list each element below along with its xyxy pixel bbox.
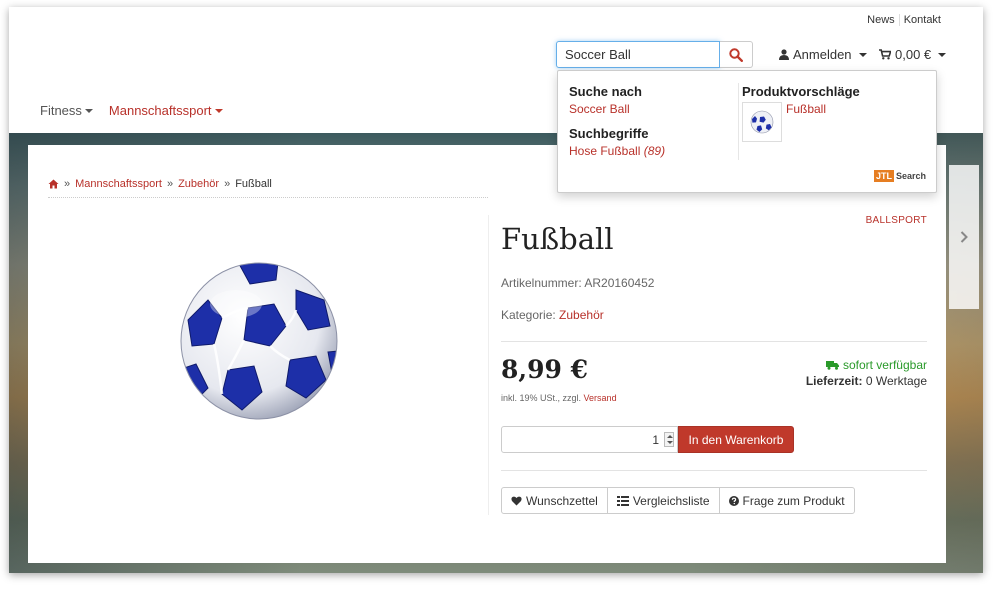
- chevron-down-icon: [84, 108, 93, 113]
- add-to-cart-button[interactable]: In den Warenkorb: [678, 426, 794, 453]
- chevron-down-icon: [938, 52, 947, 57]
- suggestion-label[interactable]: Fußball: [786, 102, 826, 142]
- news-link[interactable]: News: [863, 14, 899, 26]
- breadcrumb-item[interactable]: Zubehör: [178, 178, 219, 190]
- compare-label: Vergleichsliste: [632, 493, 710, 508]
- jtl-logo-text: Search: [895, 171, 926, 181]
- search-for-link[interactable]: Soccer Ball: [569, 102, 735, 116]
- nav-item-mannschaftssport[interactable]: Mannschaftssport: [109, 103, 223, 118]
- search-for-heading: Suche nach: [569, 84, 642, 99]
- cart-total: 0,00 €: [895, 47, 932, 62]
- divider: [501, 341, 927, 342]
- search-suggestions-dropdown: Suche nach Soccer Ball Suchbegriffe Hose…: [557, 70, 937, 193]
- quantity-stepper[interactable]: [664, 432, 674, 447]
- quantity-input[interactable]: 1: [501, 426, 678, 453]
- manufacturer-label[interactable]: BALLSPORT: [866, 215, 927, 226]
- product-suggestion-item[interactable]: Fußball: [742, 102, 932, 142]
- search-input[interactable]: [556, 41, 720, 68]
- search-icon: [729, 47, 743, 62]
- breadcrumb-current: Fußball: [235, 178, 272, 190]
- heart-icon: [511, 496, 522, 505]
- list-icon: [616, 495, 629, 506]
- product-price: 8,99 €: [501, 355, 588, 384]
- search-term-text: Hose Fußball: [569, 144, 641, 158]
- search-term-link[interactable]: Hose Fußball (89): [569, 144, 735, 158]
- search-terms-column: Suche nach Soccer Ball Suchbegriffe Hose…: [569, 84, 735, 158]
- product-image[interactable]: [178, 260, 340, 425]
- soccer-ball-thumb: [750, 110, 774, 134]
- suggestion-thumbnail: [742, 102, 782, 142]
- slider-next-button[interactable]: [949, 165, 979, 309]
- nav-item-label: Mannschaftssport: [108, 103, 212, 118]
- login-dropdown[interactable]: Anmelden: [779, 47, 867, 62]
- home-icon[interactable]: [48, 179, 59, 189]
- cart-icon: [879, 49, 891, 60]
- breadcrumb-item[interactable]: Mannschaftssport: [75, 178, 162, 190]
- page-frame: News Kontakt Anmelden 0,00 € Fitness: [9, 7, 983, 573]
- category-label: Kategorie:: [501, 308, 556, 322]
- delivery-value: 0 Werktage: [865, 374, 927, 388]
- jtl-search-logo: JTL Search: [873, 170, 926, 182]
- article-number: Artikelnummer: AR20160452: [501, 276, 655, 290]
- column-divider: [488, 215, 489, 515]
- product-suggestions-heading: Produktvorschläge: [742, 84, 860, 99]
- shipping-link[interactable]: Versand: [584, 393, 617, 403]
- ask-question-label: Frage zum Produkt: [742, 493, 845, 508]
- main-navigation: Fitness Mannschaftssport: [40, 103, 223, 118]
- jtl-logo-mark: JTL: [873, 170, 894, 182]
- wishlist-label: Wunschzettel: [526, 493, 598, 508]
- product-suggestions-column: Produktvorschläge Fußball: [742, 84, 932, 142]
- vat-text: inkl. 19% USt., zzgl.: [501, 393, 582, 403]
- product-actions: Wunschzettel Vergleichsliste Frage zum P…: [501, 487, 855, 514]
- breadcrumb-separator: »: [166, 178, 174, 190]
- divider: [501, 470, 927, 471]
- category-line: Kategorie: Zubehör: [501, 308, 604, 322]
- breadcrumb: » Mannschaftssport » Zubehör » Fußball: [48, 178, 272, 190]
- chevron-down-icon: [858, 52, 867, 57]
- search-term-count: (89): [643, 144, 666, 158]
- breadcrumb-separator: »: [64, 178, 71, 190]
- truck-icon: [825, 361, 839, 370]
- availability-text: sofort verfügbar: [842, 358, 927, 372]
- category-link[interactable]: Zubehör: [559, 308, 604, 322]
- delivery-label: Lieferzeit:: [805, 374, 863, 388]
- delivery-time: Lieferzeit: 0 Werktage: [806, 374, 927, 388]
- product-title: Fußball: [501, 222, 614, 256]
- compare-button[interactable]: Vergleichsliste: [606, 487, 720, 514]
- quantity-value: 1: [652, 433, 659, 447]
- breadcrumb-separator: »: [224, 178, 231, 190]
- search-terms-heading: Suchbegriffe: [569, 126, 649, 141]
- availability-status: sofort verfügbar: [825, 358, 927, 372]
- chevron-down-icon: [214, 108, 223, 113]
- breadcrumb-divider: [48, 197, 488, 198]
- question-icon: [728, 495, 739, 506]
- nav-item-label: Fitness: [40, 103, 82, 118]
- product-panel: » Mannschaftssport » Zubehör » Fußball B…: [28, 145, 946, 563]
- soccer-ball-image: [180, 262, 338, 420]
- nav-item-fitness[interactable]: Fitness: [40, 103, 93, 118]
- vat-note: inkl. 19% USt., zzgl. Versand: [501, 393, 617, 403]
- kontakt-link[interactable]: Kontakt: [898, 14, 945, 26]
- dropdown-divider: [738, 83, 739, 160]
- login-label: Anmelden: [793, 47, 852, 62]
- user-icon: [779, 49, 789, 60]
- chevron-right-icon: [960, 231, 968, 243]
- cart-dropdown[interactable]: 0,00 €: [879, 47, 947, 62]
- search-button[interactable]: [720, 41, 753, 68]
- top-links: News Kontakt: [863, 14, 945, 26]
- wishlist-button[interactable]: Wunschzettel: [501, 487, 608, 514]
- ask-question-button[interactable]: Frage zum Produkt: [718, 487, 855, 514]
